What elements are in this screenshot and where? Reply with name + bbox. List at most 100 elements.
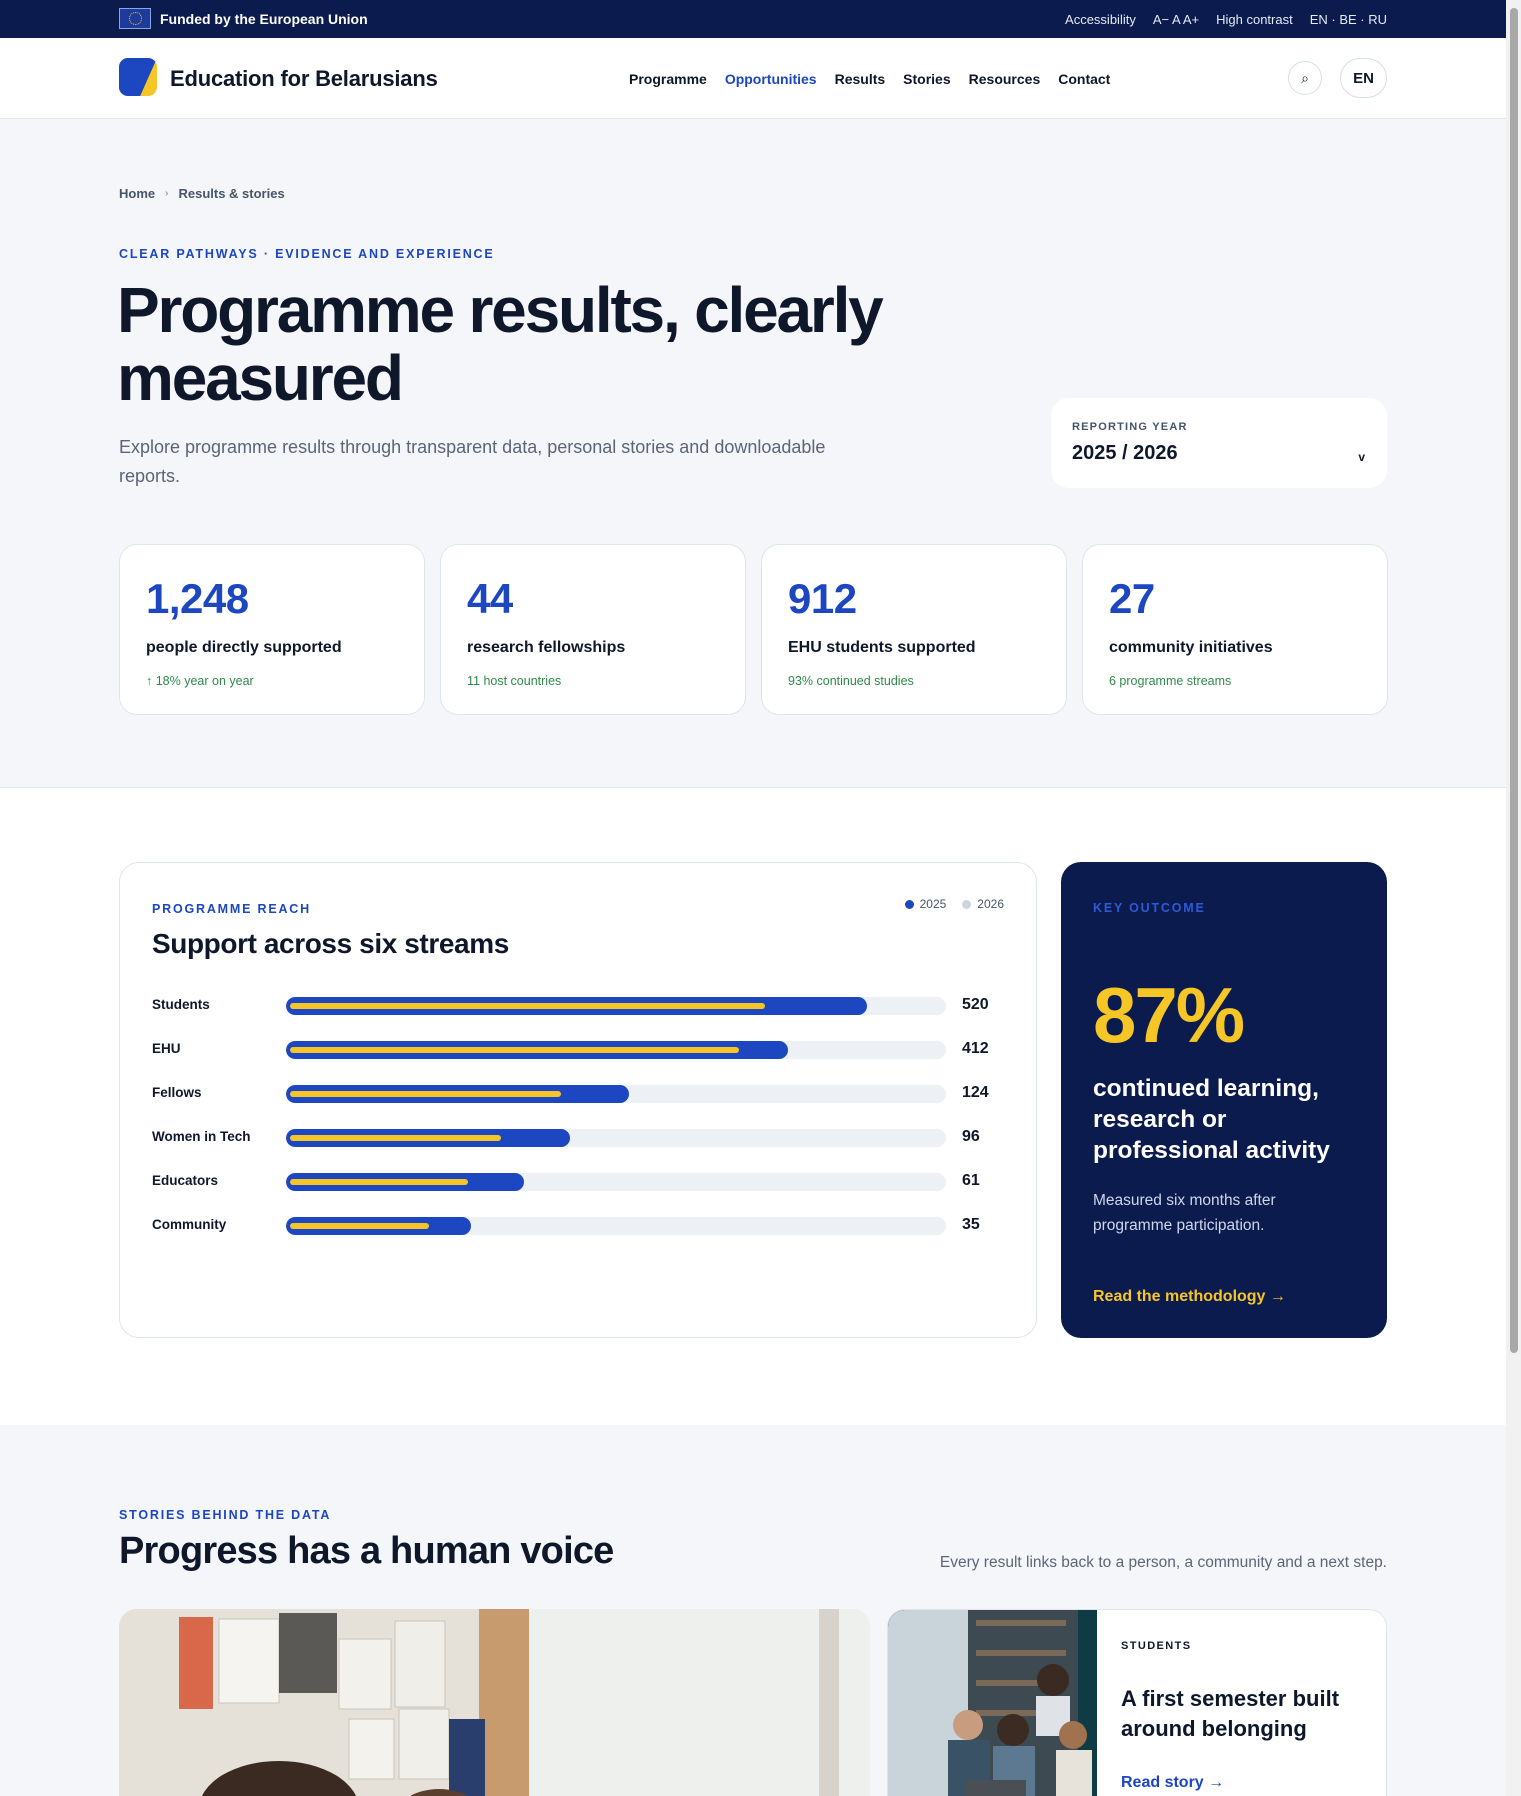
bar-value-label: 520 (962, 996, 989, 1013)
stories-subtitle: Every result links back to a person, a c… (939, 1554, 1387, 1571)
stat-note: 6 programme streams (1109, 674, 1232, 688)
read-story-link[interactable]: Read story → (1121, 1774, 1224, 1792)
bar-value-label: 124 (962, 1084, 989, 1101)
accessibility-link[interactable]: Accessibility (1065, 12, 1136, 27)
chart-legend: 2025 2026 (904, 897, 1004, 911)
bar-value-label: 35 (962, 1216, 980, 1233)
bar-category-label: EHU (152, 1041, 181, 1056)
bar-row: Women in Tech 96 (152, 1126, 1008, 1170)
bar-2026 (290, 1135, 501, 1141)
legend-item-2026: 2026 (962, 897, 1004, 911)
bar-value-label: 96 (962, 1128, 980, 1145)
story-photo (888, 1610, 1097, 1796)
bar-2026 (290, 1047, 739, 1053)
language-button[interactable]: EN (1340, 58, 1387, 98)
brand-name[interactable]: Education for Belarusians (170, 66, 438, 92)
bar-row: Fellows 124 (152, 1082, 1008, 1126)
reporting-year-value: 2025 / 2026 (1072, 442, 1178, 464)
page-scrollbar[interactable] (1506, 0, 1521, 1796)
outcome-value: 87% (1093, 971, 1245, 1059)
nav-item-stories[interactable]: Stories (903, 71, 950, 87)
stat-note: 11 host countries (467, 674, 562, 688)
breadcrumb-home[interactable]: Home (119, 186, 155, 201)
stat-label: research fellowships (467, 639, 626, 656)
search-button[interactable]: ⌕ (1288, 61, 1322, 95)
bar-category-label: Students (152, 997, 210, 1012)
hero-eyebrow: CLEAR PATHWAYS · EVIDENCE AND EXPERIENCE (119, 247, 495, 261)
legend-label: 2026 (977, 897, 1004, 911)
bar-track (286, 1129, 946, 1147)
bar-track (286, 997, 946, 1015)
logo-icon[interactable] (119, 58, 157, 96)
bar-category-label: Fellows (152, 1085, 202, 1100)
bar-2026 (290, 1091, 561, 1097)
bar-row: Community 35 (152, 1214, 1008, 1258)
stream-bar-chart: Students 520 EHU 412 Fellows 124 Women in Tech… (152, 994, 1008, 1258)
nav-item-contact[interactable]: Contact (1058, 71, 1110, 87)
accessibility-tools: Accessibility A− A A+ High contrast EN ·… (1065, 12, 1387, 27)
scrollbar-thumb[interactable] (1510, 8, 1518, 1353)
page: Funded by the European Union Accessibili… (0, 0, 1506, 1796)
bar-track (286, 1041, 946, 1059)
stat-label: EHU students supported (788, 639, 976, 656)
bar-2026 (290, 1179, 468, 1185)
programme-reach-card: PROGRAMME REACH Support across six strea… (119, 862, 1037, 1338)
bar-category-label: Community (152, 1217, 227, 1232)
breadcrumb: Home › Results & stories (119, 186, 285, 201)
search-icon: ⌕ (1301, 69, 1309, 86)
high-contrast-toggle[interactable]: High contrast (1216, 12, 1293, 27)
breadcrumb-separator-icon: › (165, 188, 169, 199)
stat-note: 93% continued studies (788, 674, 914, 688)
bar-row: Students 520 (152, 994, 1008, 1038)
bar-track (286, 1173, 946, 1191)
classroom-photo-illustration (119, 1609, 870, 1796)
legend-dot-icon (962, 899, 972, 909)
bar-row: EHU 412 (152, 1038, 1008, 1082)
stat-card: 27 community initiatives 6 programme str… (1082, 544, 1388, 715)
stories-title: Progress has a human voice (119, 1530, 614, 1572)
eu-flag-icon (119, 8, 151, 29)
language-switcher[interactable]: EN · BE · RU (1310, 12, 1387, 27)
breadcrumb-current: Results & stories (178, 186, 285, 201)
reporting-year-select[interactable]: REPORTING YEAR 2025 / 2026 v (1051, 398, 1387, 488)
text-size-control[interactable]: A− A A+ (1153, 12, 1199, 27)
nav-item-results[interactable]: Results (835, 71, 886, 87)
nav-item-opportunities[interactable]: Opportunities (725, 71, 817, 87)
story-category: STUDENTS (1121, 1640, 1192, 1652)
read-methodology-link[interactable]: Read the methodology → (1093, 1288, 1286, 1306)
stat-card: 44 research fellowships 11 host countrie… (440, 544, 746, 715)
stat-value: 44 (467, 575, 513, 622)
stat-card: 912 EHU students supported 93% continued… (761, 544, 1067, 715)
stat-label: community initiatives (1109, 639, 1273, 656)
stats-row: 1,248 people directly supported ↑ 18% ye… (119, 544, 1388, 715)
key-outcome-card: KEY OUTCOME 87% continued learning, rese… (1061, 862, 1387, 1338)
reporting-year-label: REPORTING YEAR (1072, 421, 1188, 433)
legend-item-2025: 2025 (904, 897, 947, 911)
nav-item-programme[interactable]: Programme (629, 71, 707, 87)
bar-track (286, 1217, 946, 1235)
outcome-description: Measured six months after programme part… (1093, 1192, 1276, 1234)
stat-card: 1,248 people directly supported ↑ 18% ye… (119, 544, 425, 715)
legend-label: 2025 (919, 897, 947, 911)
bar-value-label: 61 (962, 1172, 980, 1189)
outcome-headline: continued learning, research or professi… (1093, 1075, 1330, 1164)
bar-row: Educators 61 (152, 1170, 1008, 1214)
reach-title: Support across six streams (152, 928, 509, 959)
featured-story-image[interactable] (119, 1609, 870, 1796)
nav-item-resources[interactable]: Resources (969, 71, 1041, 87)
stat-note: ↑ 18% year on year (146, 674, 254, 688)
story-title[interactable]: A first semester built around belonging (1121, 1684, 1361, 1744)
results-section: PROGRAMME REACH Support across six strea… (0, 787, 1506, 1425)
bar-2026 (290, 1003, 765, 1009)
stat-label: people directly supported (146, 639, 342, 656)
students-photo-illustration (888, 1610, 1097, 1796)
reach-eyebrow: PROGRAMME REACH (152, 902, 311, 916)
bar-category-label: Women in Tech (152, 1129, 251, 1144)
bar-category-label: Educators (152, 1173, 219, 1188)
outcome-eyebrow: KEY OUTCOME (1093, 901, 1206, 915)
stat-value: 27 (1109, 575, 1155, 622)
story-card[interactable]: STUDENTS A first semester built around b… (887, 1609, 1387, 1796)
bar-value-label: 412 (962, 1040, 989, 1057)
bar-track (286, 1085, 946, 1103)
bar-2026 (290, 1223, 429, 1229)
